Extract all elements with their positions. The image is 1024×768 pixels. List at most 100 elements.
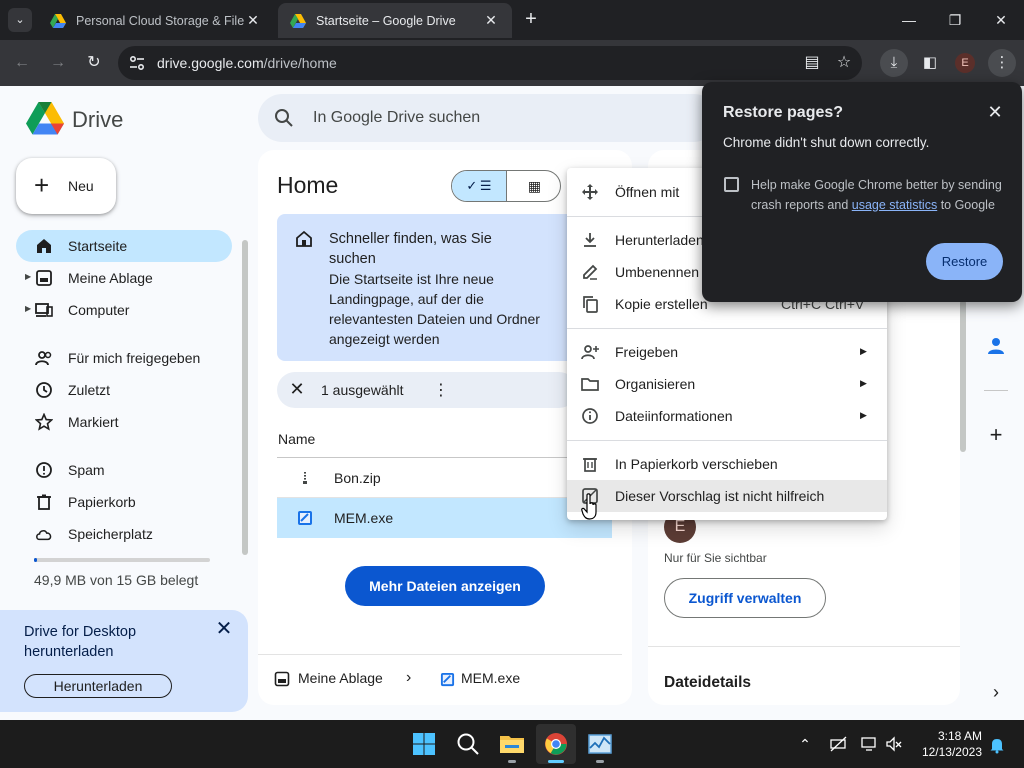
menu-item-label: Freigeben bbox=[615, 344, 679, 360]
sidebar-scrollbar[interactable] bbox=[242, 240, 248, 555]
submenu-arrow-icon: ▶ bbox=[860, 410, 867, 420]
drive-folder-icon bbox=[36, 270, 52, 286]
expand-caret-icon[interactable]: ▶ bbox=[25, 272, 31, 281]
menu-item-move-to-trash[interactable]: In Papierkorb verschieben bbox=[567, 448, 887, 480]
file-details-title: Dateidetails bbox=[664, 674, 752, 691]
browser-tab-active[interactable]: Startseite – Google Drive ✕ bbox=[278, 3, 512, 38]
restore-pages-dialog: Restore pages? ✕ Chrome didn't shut down… bbox=[702, 82, 1022, 302]
chrome-menu-icon[interactable]: ⋮ bbox=[988, 49, 1016, 77]
drive-search-bar[interactable]: In Google Drive suchen bbox=[258, 94, 718, 142]
google-drive-logo-icon[interactable] bbox=[26, 101, 64, 135]
file-name: Bon.zip bbox=[334, 470, 381, 486]
restore-window-icon[interactable]: ❐ bbox=[932, 0, 978, 40]
restore-button[interactable]: Restore bbox=[926, 243, 1003, 280]
breadcrumb-item[interactable]: MEM.exe bbox=[461, 670, 520, 686]
volume-muted-icon[interactable] bbox=[885, 735, 903, 753]
more-actions-icon[interactable]: ⋮ bbox=[433, 380, 449, 400]
drive-brand-name: Drive bbox=[72, 107, 124, 132]
chevron-right-icon: › bbox=[406, 669, 412, 686]
list-view-button[interactable]: ✓ ☰ bbox=[452, 171, 507, 201]
storage-usage-bar bbox=[34, 558, 210, 562]
add-addon-plus-icon[interactable]: + bbox=[984, 423, 1008, 447]
plus-icon: + bbox=[34, 170, 50, 200]
browser-tab-inactive[interactable]: Personal Cloud Storage & File S ✕ bbox=[38, 3, 274, 38]
show-more-files-button[interactable]: Mehr Dateien anzeigen bbox=[345, 566, 545, 606]
manage-access-button[interactable]: Zugriff verwalten bbox=[664, 578, 826, 618]
windows-start-icon[interactable] bbox=[404, 724, 444, 764]
file-row-selected[interactable]: MEM.exe bbox=[277, 498, 612, 538]
rename-icon bbox=[583, 264, 598, 280]
home-info-card: Schneller finden, was Sie suchen Die Sta… bbox=[277, 214, 577, 361]
sidebar-item-my-drive[interactable]: ▶ Meine Ablage bbox=[16, 262, 232, 294]
back-arrow-icon[interactable]: ← bbox=[10, 51, 34, 75]
forward-arrow-icon[interactable]: → bbox=[46, 51, 70, 75]
new-tab-plus-icon[interactable]: + bbox=[520, 8, 542, 30]
close-dialog-icon[interactable]: ✕ bbox=[986, 102, 1004, 123]
close-window-icon[interactable]: ✕ bbox=[978, 0, 1024, 40]
sidebar-item-shared[interactable]: Für mich freigegeben bbox=[16, 342, 232, 374]
contacts-person-icon[interactable] bbox=[984, 334, 1008, 358]
name-column-header[interactable]: Name bbox=[278, 431, 315, 447]
star-icon bbox=[35, 413, 53, 431]
display-icon[interactable] bbox=[861, 735, 879, 753]
menu-item-label: In Papierkorb verschieben bbox=[615, 456, 778, 472]
address-bar[interactable]: drive.google.com/drive/home ▤ ☆ bbox=[118, 46, 862, 80]
file-explorer-icon[interactable] bbox=[492, 724, 532, 764]
sidebar-item-home[interactable]: Startseite bbox=[16, 230, 232, 262]
search-icon[interactable] bbox=[274, 108, 294, 128]
menu-item-file-info[interactable]: Dateiinformationen ▶ bbox=[567, 400, 887, 432]
file-row[interactable]: Bon.zip bbox=[277, 458, 612, 498]
install-app-icon[interactable]: ▤ bbox=[802, 53, 822, 73]
submenu-arrow-icon: ▶ bbox=[860, 378, 867, 388]
copy-icon bbox=[583, 296, 598, 313]
breadcrumb-item[interactable]: Meine Ablage bbox=[298, 670, 383, 686]
menu-item-share[interactable]: Freigeben ▶ bbox=[567, 336, 887, 368]
site-settings-icon[interactable] bbox=[128, 54, 146, 72]
usage-statistics-link[interactable]: usage statistics bbox=[852, 198, 937, 212]
sidebar-item-computers[interactable]: ▶ Computer bbox=[16, 294, 232, 326]
submenu-arrow-icon: ▶ bbox=[860, 346, 867, 356]
sidebar-item-storage[interactable]: Speicherplatz bbox=[16, 518, 232, 550]
expand-caret-icon[interactable]: ▶ bbox=[25, 304, 31, 313]
side-panel-icon[interactable]: ◧ bbox=[916, 49, 944, 77]
reload-icon[interactable]: ↻ bbox=[82, 51, 106, 75]
grid-view-button[interactable]: ▦ bbox=[507, 171, 560, 201]
sidebar-item-starred[interactable]: Markiert bbox=[16, 406, 232, 438]
taskbar-search-icon[interactable] bbox=[448, 724, 488, 764]
tab-search-chevron-icon[interactable]: ⌄ bbox=[8, 8, 32, 32]
close-tab-icon[interactable]: ✕ bbox=[482, 12, 500, 29]
close-tab-icon[interactable]: ✕ bbox=[244, 12, 262, 29]
spam-icon bbox=[36, 462, 52, 478]
minimize-window-icon[interactable]: — bbox=[886, 0, 932, 40]
clear-selection-icon[interactable]: ✕ bbox=[289, 379, 305, 400]
profile-avatar[interactable]: E bbox=[955, 53, 975, 73]
task-manager-icon[interactable] bbox=[580, 724, 620, 764]
network-disconnected-icon[interactable] bbox=[830, 735, 848, 753]
menu-item-not-helpful[interactable]: Dieser Vorschlag ist nicht hilfreich bbox=[567, 480, 887, 512]
expand-side-panel-chevron-icon[interactable]: › bbox=[984, 680, 1008, 704]
new-button[interactable]: + Neu bbox=[16, 158, 116, 214]
notification-bell-icon[interactable] bbox=[988, 736, 1006, 754]
sidebar-item-spam[interactable]: Spam bbox=[16, 454, 232, 486]
chrome-taskbar-button[interactable] bbox=[536, 724, 576, 764]
browser-tab-strip: ⌄ Personal Cloud Storage & File S ✕ Star… bbox=[0, 0, 1024, 40]
taskbar-clock[interactable]: 3:18 AM 12/13/2023 bbox=[912, 728, 982, 760]
storage-usage-fill bbox=[34, 558, 37, 562]
crash-report-checkbox[interactable] bbox=[724, 177, 739, 192]
sidebar-item-trash[interactable]: Papierkorb bbox=[16, 486, 232, 518]
tab-title: Personal Cloud Storage & File S bbox=[76, 13, 244, 28]
menu-item-organize[interactable]: Organisieren ▶ bbox=[567, 368, 887, 400]
computer-icon bbox=[35, 303, 53, 317]
downloads-icon[interactable]: ⤓ bbox=[880, 49, 908, 77]
hand-pointer-cursor-icon bbox=[581, 493, 597, 520]
bookmark-star-icon[interactable]: ☆ bbox=[834, 53, 854, 73]
close-promo-icon[interactable]: ✕ bbox=[214, 616, 234, 641]
checkbox-label: Help make Google Chrome better by sendin… bbox=[751, 175, 1006, 215]
sidebar-item-label: Für mich freigegeben bbox=[68, 350, 201, 366]
sidebar-item-recent[interactable]: Zuletzt bbox=[16, 374, 232, 406]
sidebar-item-label: Meine Ablage bbox=[68, 270, 153, 286]
show-hidden-icons-chevron-icon[interactable]: ⌃ bbox=[796, 735, 814, 753]
file-name: MEM.exe bbox=[334, 510, 394, 526]
download-desktop-button[interactable]: Herunterladen bbox=[24, 674, 172, 698]
details-scrollbar[interactable] bbox=[960, 300, 966, 452]
